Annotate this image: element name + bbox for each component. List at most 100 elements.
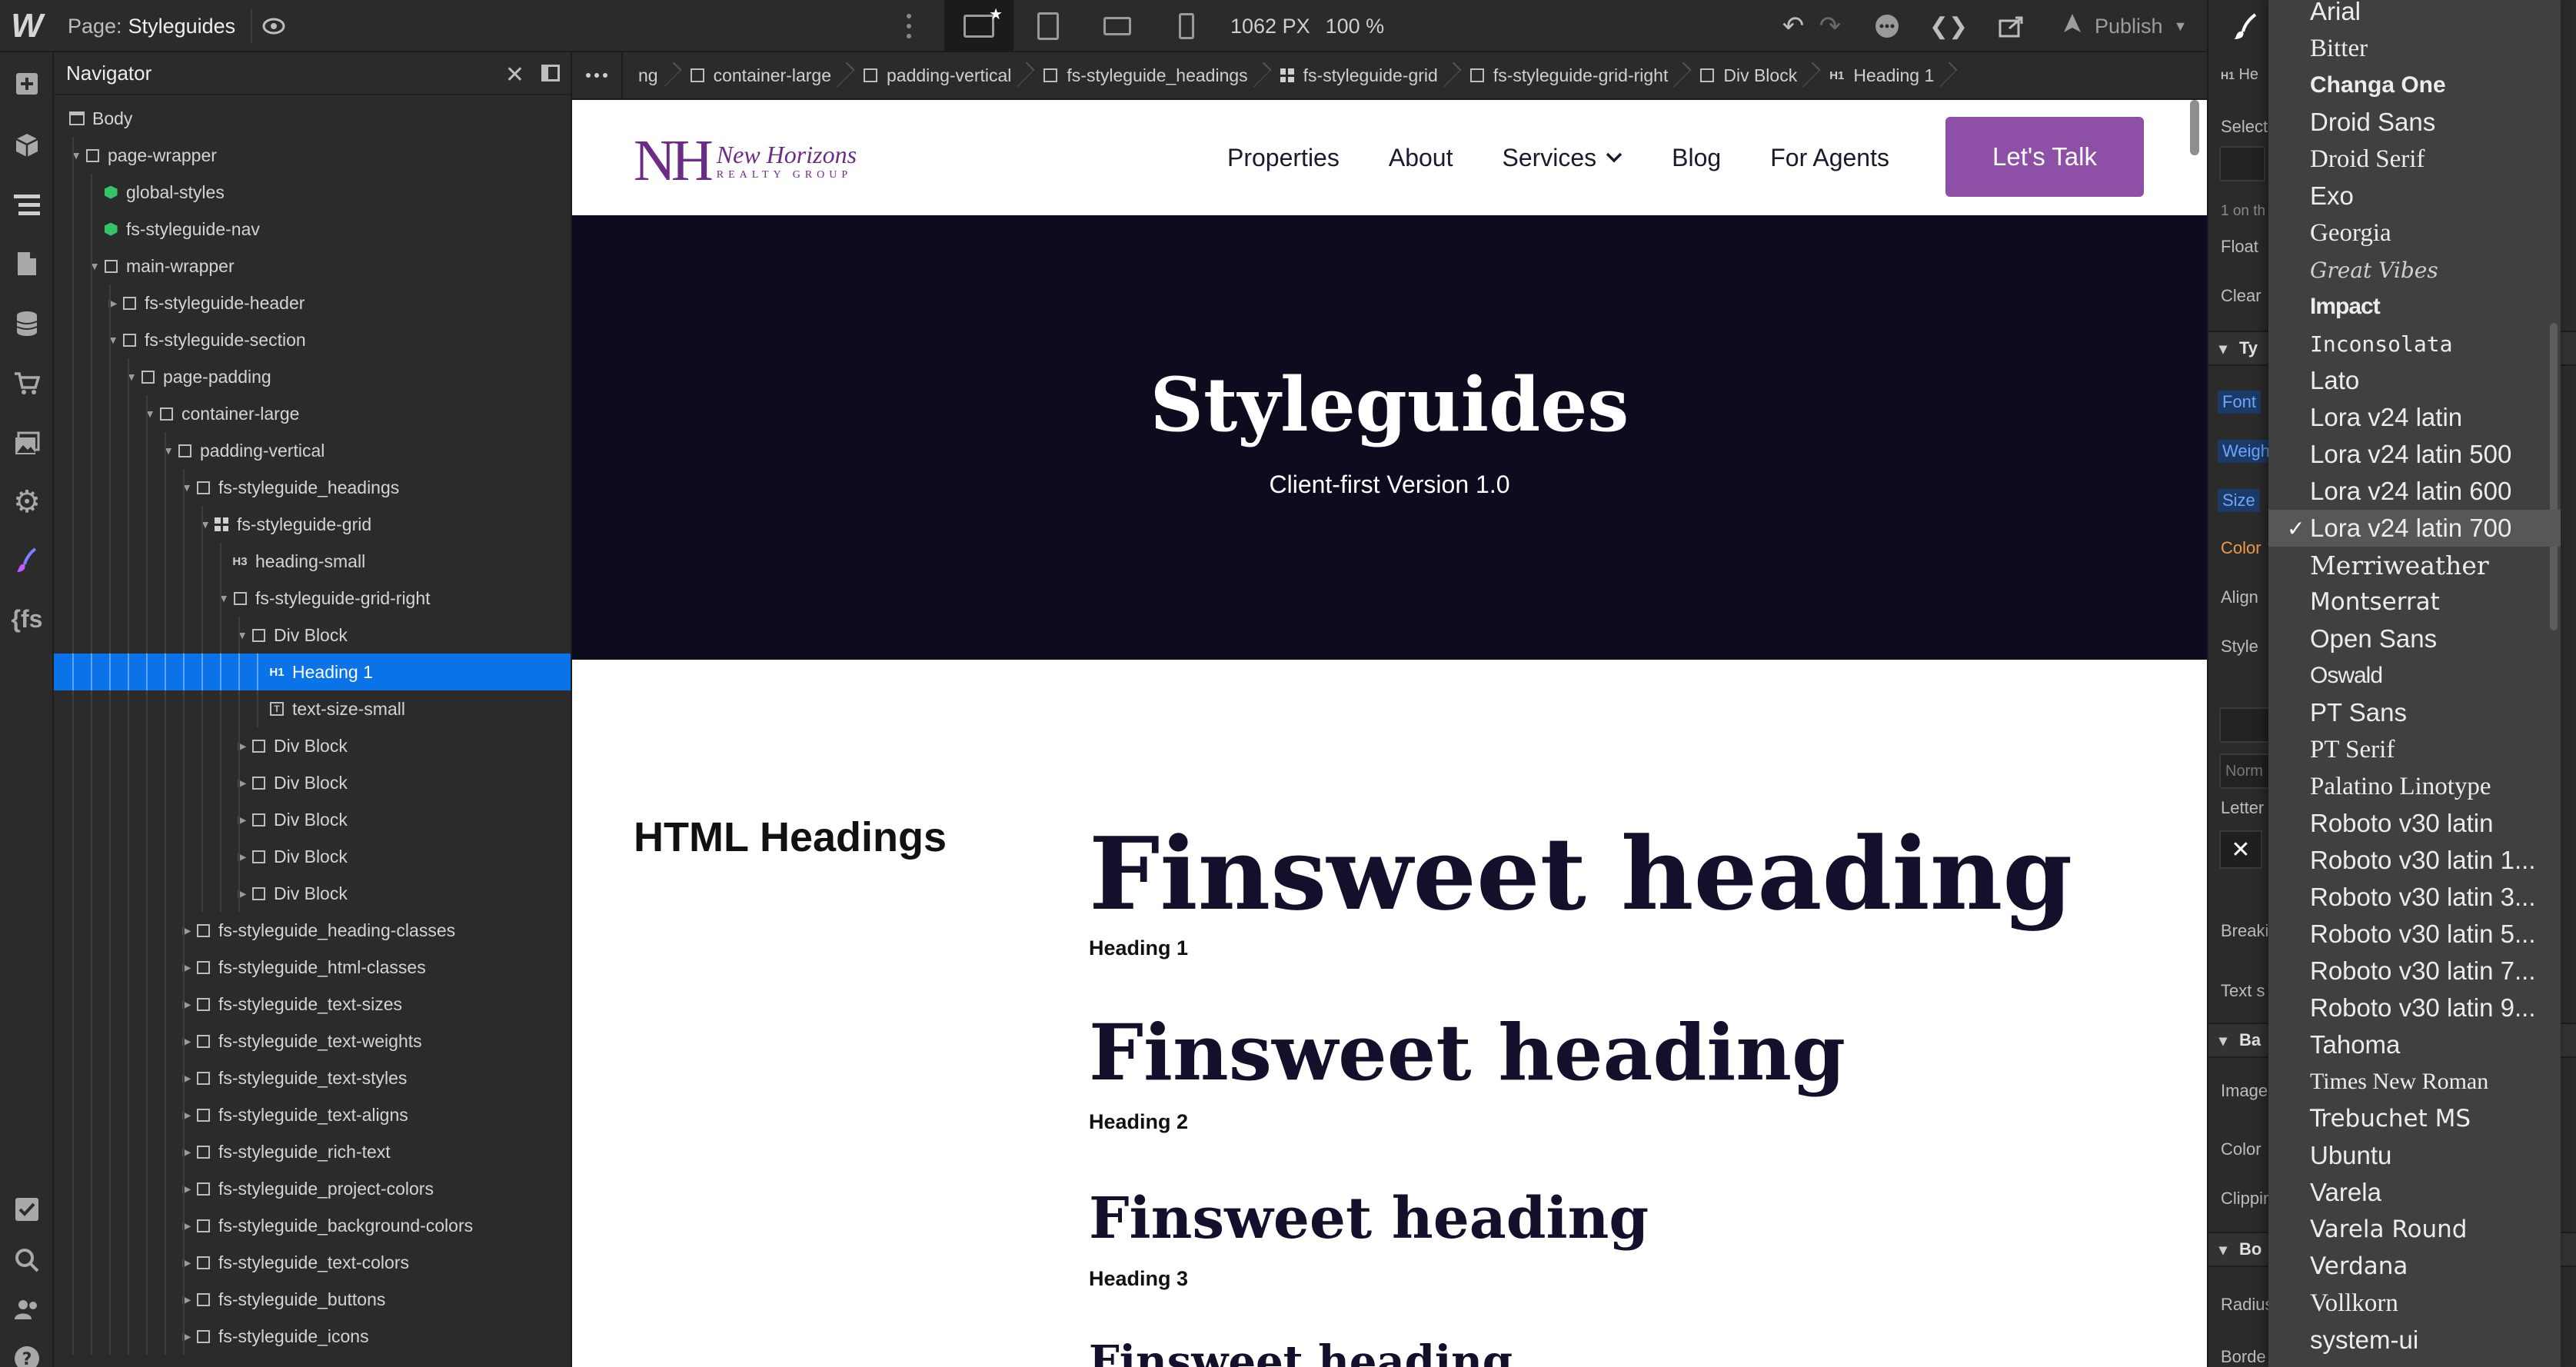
font-option[interactable]: PT Serif [2268, 731, 2561, 768]
nav-link-for-agents[interactable]: For Agents [1770, 144, 1889, 172]
more-options-icon[interactable] [900, 11, 918, 42]
navigator-row-selected[interactable]: H1 Heading 1 [54, 654, 571, 690]
sample-caption-3[interactable]: Heading 3 [1089, 1267, 1188, 1291]
caret-down-icon[interactable]: ▼ [161, 444, 175, 457]
webflow-logo[interactable]: W [0, 0, 54, 52]
breadcrumb-item[interactable]: ng [623, 52, 675, 98]
mobile-landscape-breakpoint-icon[interactable] [1083, 0, 1152, 52]
caret-down-icon[interactable]: ▼ [88, 260, 102, 272]
navigator-icon[interactable] [0, 178, 54, 232]
sample-heading-3[interactable]: Finsweet heading [1089, 1186, 1649, 1252]
caret-right-icon[interactable]: ▶ [235, 887, 249, 900]
breadcrumb-item[interactable]: fs-styleguide_headings [1028, 52, 1264, 98]
navigator-row[interactable]: ▼ page-wrapper [54, 137, 571, 174]
font-option[interactable]: Lora v24 latin 500 [2268, 436, 2561, 473]
lets-talk-button[interactable]: Let's Talk [1945, 117, 2144, 197]
font-option[interactable]: Trebuchet MS [2268, 1100, 2561, 1137]
font-option[interactable]: Great Vibes [2268, 251, 2561, 288]
sample-heading-2[interactable]: Finsweet heading [1089, 1007, 1845, 1098]
navigator-row[interactable]: ▼ Div Block [54, 617, 571, 654]
navigator-row[interactable]: fs-styleguide-nav [54, 211, 571, 248]
caret-right-icon[interactable]: ▶ [180, 1109, 194, 1122]
caret-down-icon[interactable]: ▼ [143, 407, 157, 420]
navigator-row[interactable]: ▶ Div Block [54, 801, 571, 838]
search-icon[interactable] [0, 1233, 54, 1287]
navigator-row[interactable]: Ttext-size-small [54, 690, 571, 727]
navigator-row[interactable]: ▶ fs-styleguide-header [54, 284, 571, 321]
caret-right-icon[interactable]: ▶ [235, 850, 249, 863]
font-option[interactable]: Roboto v30 latin 3... [2268, 879, 2561, 916]
breadcrumb-item[interactable]: container-large [675, 52, 848, 98]
caret-right-icon[interactable]: ▶ [180, 1330, 194, 1343]
breadcrumb-more-icon[interactable] [572, 52, 623, 98]
help-icon[interactable]: ? [0, 1332, 54, 1367]
hero-title[interactable]: Styleguides [572, 361, 2207, 448]
code-icon[interactable]: ❮❯ [1927, 0, 1970, 52]
font-option[interactable]: Merriweather [2268, 547, 2561, 584]
nav-dropdown-services[interactable]: Services [1502, 144, 1622, 172]
font-option[interactable]: Roboto v30 latin 7... [2268, 953, 2561, 989]
font-option[interactable]: Droid Sans [2268, 104, 2561, 141]
navigator-row[interactable]: ▶ fs-styleguide_text-styles [54, 1059, 571, 1096]
caret-right-icon[interactable]: ▶ [180, 1146, 194, 1159]
navigator-row[interactable]: ▼ padding-vertical [54, 432, 571, 469]
selector-field[interactable] [2219, 146, 2265, 181]
font-option[interactable]: Inconsolata [2268, 325, 2561, 362]
caret-down-icon[interactable]: ▼ [198, 518, 212, 531]
breadcrumb-item[interactable]: padding-vertical [848, 52, 1028, 98]
navigator-row[interactable]: ▶ Div Block [54, 764, 571, 801]
caret-right-icon[interactable]: ▶ [235, 740, 249, 753]
navigator-row[interactable]: ▶ fs-styleguide_text-aligns [54, 1096, 571, 1133]
caret-right-icon[interactable]: ▶ [180, 1035, 194, 1048]
navigator-row[interactable]: ▶ fs-styleguide_project-colors [54, 1170, 571, 1207]
font-option[interactable]: Arial [2268, 0, 2561, 30]
navigator-row[interactable]: ▶ fs-styleguide_html-classes [54, 949, 571, 986]
caret-right-icon[interactable]: ▶ [180, 1072, 194, 1085]
users-icon[interactable] [0, 1282, 54, 1336]
font-option[interactable]: Lora v24 latin 600 [2268, 473, 2561, 510]
navigator-row[interactable]: Body [54, 100, 571, 137]
font-option[interactable]: Ubuntu [2268, 1137, 2561, 1174]
navigator-row[interactable]: ▶ fs-styleguide_background-colors [54, 1207, 571, 1244]
hero-subtitle[interactable]: Client-first Version 1.0 [572, 471, 2207, 499]
redo-icon[interactable]: ↷ [1809, 0, 1852, 52]
caret-right-icon[interactable]: ▶ [235, 777, 249, 790]
font-option[interactable]: Verdana [2268, 1248, 2561, 1285]
caret-right-icon[interactable]: ▶ [106, 297, 120, 310]
navigator-row[interactable]: ▶ fs-styleguide_text-sizes [54, 986, 571, 1023]
tablet-breakpoint-icon[interactable] [1013, 0, 1083, 52]
caret-right-icon[interactable]: ▶ [180, 1293, 194, 1306]
navigator-row[interactable]: ▼ main-wrapper [54, 248, 571, 284]
font-option[interactable]: Roboto v30 latin [2268, 805, 2561, 842]
page-selector[interactable]: Page: Styleguides [68, 0, 235, 52]
clear-x-icon[interactable]: ✕ [2219, 830, 2262, 869]
design-canvas[interactable]: NH New Horizons REALTY GROUP Properties … [572, 100, 2207, 1367]
desktop-breakpoint-icon[interactable]: ★ [944, 0, 1013, 52]
font-option[interactable]: ✓ Lora v24 latin 700 [2268, 510, 2561, 547]
font-option[interactable]: Roboto v30 latin 5... [2268, 916, 2561, 953]
navigator-row[interactable]: ▶ fs-styleguide_icons [54, 1318, 571, 1355]
pages-icon[interactable] [0, 237, 54, 291]
font-option[interactable]: Varela Round [2268, 1211, 2561, 1248]
preview-eye-icon[interactable] [251, 9, 295, 43]
section-label[interactable]: HTML Headings [634, 813, 947, 861]
font-option[interactable]: Palatino Linotype [2268, 768, 2561, 805]
font-option[interactable]: Impact [2268, 288, 2561, 325]
navigator-row[interactable]: ▶ fs-styleguide_buttons [54, 1281, 571, 1318]
caret-down-icon[interactable]: ▼ [235, 629, 249, 641]
sample-heading-4[interactable]: Finsweet heading [1089, 1336, 1513, 1367]
symbols-cube-icon[interactable] [0, 118, 54, 172]
navigator-row[interactable]: H3 heading-small [54, 543, 571, 580]
navigator-row[interactable]: ▼ page-padding [54, 358, 571, 395]
navigator-row[interactable]: ▶ fs-styleguide_text-weights [54, 1023, 571, 1059]
assets-image-icon[interactable] [0, 417, 54, 471]
breadcrumb-item[interactable]: Div Block [1685, 52, 1814, 98]
font-option[interactable]: Roboto v30 latin 1... [2268, 842, 2561, 879]
brand-logo[interactable]: NH New Horizons REALTY GROUP [634, 128, 857, 195]
close-icon[interactable]: ✕ [505, 62, 524, 88]
caret-down-icon[interactable]: ▼ [125, 371, 138, 383]
caret-right-icon[interactable]: ▶ [180, 1256, 194, 1269]
dock-panel-icon[interactable] [541, 65, 560, 81]
navigator-row[interactable]: ▶ fs-styleguide_text-colors [54, 1244, 571, 1281]
publish-button[interactable]: Publish ▼ [2061, 0, 2187, 52]
